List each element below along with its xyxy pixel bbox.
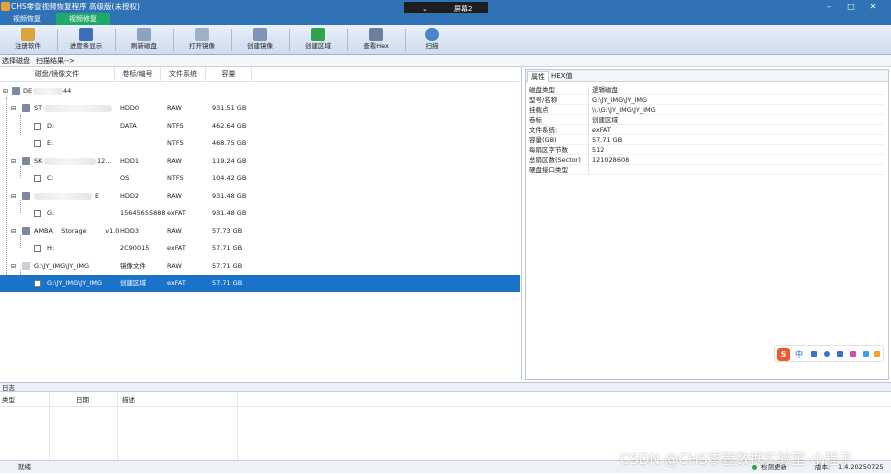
collapse-icon[interactable]: ⊟ bbox=[11, 153, 16, 170]
collapse-icon[interactable]: ⊟ bbox=[11, 188, 16, 205]
col-disk-name[interactable]: 磁盘/镜像文件 bbox=[0, 67, 115, 82]
tab-video-recovery[interactable]: 视频恢复 bbox=[0, 13, 54, 25]
status-text: 就绪 bbox=[18, 463, 31, 471]
scan-icon bbox=[425, 28, 439, 41]
disk-list-panel: 磁盘/镜像文件 卷标/编号 文件系统 容量 ⊟ DE 44 ⊟ ST HDD0 … bbox=[0, 67, 522, 380]
toolbar: 注册软件 进度条显示 刷新磁盘 打开镜像 创建镜像 创建区域 查看Hex 扫描 bbox=[0, 25, 891, 55]
watermark-text: CSDN @CHS零壹数据实验室-小程子 bbox=[620, 452, 853, 468]
maximize-button[interactable]: □ bbox=[842, 0, 860, 13]
window-title: CHS零壹视频恢复程序 高级版(未授权) bbox=[11, 2, 140, 11]
log-col-date[interactable]: 日期 bbox=[76, 395, 89, 405]
collapse-icon[interactable]: ⊟ bbox=[11, 100, 16, 117]
redacted-text bbox=[34, 193, 92, 200]
property-row: 型号/名称 G:\JY_IMG\JY_IMG bbox=[529, 95, 885, 105]
disk-icon bbox=[22, 104, 30, 112]
property-row: 硬盘接口类型 bbox=[529, 165, 885, 175]
disk-tree-root[interactable]: ⊟ DE 44 bbox=[0, 83, 520, 100]
image-file-icon bbox=[22, 262, 30, 270]
property-row: 容量(GB) 57.71 GB bbox=[529, 135, 885, 145]
minimize-button[interactable]: – bbox=[820, 0, 838, 13]
ime-mode-toggle[interactable]: 中 bbox=[795, 349, 803, 360]
register-button[interactable]: 注册软件 bbox=[0, 26, 56, 54]
disk-row-hdd3[interactable]: ⊟ AMBA Storage v1.0 HDD3 RAW 57.73 GB bbox=[0, 223, 520, 240]
create-image-button[interactable]: 创建镜像 bbox=[232, 26, 288, 54]
property-row: 总扇区数(Sector) 121028608 bbox=[529, 155, 885, 165]
property-row: 卷标 创建区域 bbox=[529, 115, 885, 125]
partition-checkbox[interactable] bbox=[34, 280, 41, 287]
sogou-logo-icon[interactable]: S bbox=[777, 348, 790, 361]
view-hex-icon bbox=[369, 28, 383, 41]
create-region-icon bbox=[311, 28, 325, 41]
create-region-button[interactable]: 创建区域 bbox=[290, 26, 346, 54]
redacted-text bbox=[44, 105, 112, 112]
disk-icon bbox=[22, 227, 30, 235]
computer-icon bbox=[12, 87, 20, 95]
main-tabs: 视频恢复 视频修复 bbox=[0, 13, 891, 25]
disk-icon bbox=[22, 157, 30, 165]
key-icon bbox=[21, 28, 35, 41]
menu-icon[interactable] bbox=[874, 351, 880, 357]
region-row-selected[interactable]: G:\JY_IMG\JY_IMG 创建区域 exFAT 57.71 GB bbox=[0, 275, 520, 292]
tab-hex-value[interactable]: HEX值 bbox=[548, 71, 575, 82]
partition-row-h[interactable]: H: 2C90015 exFAT 57.71 GB bbox=[0, 240, 520, 257]
partition-checkbox[interactable] bbox=[34, 245, 41, 252]
tab-properties[interactable]: 属性 bbox=[527, 71, 549, 82]
disk-row-hdd1[interactable]: ⊟ SK 12... HDD1 RAW 119.24 GB bbox=[0, 153, 520, 170]
properties-panel: 属性 HEX值 磁盘类型 逻辑磁盘 型号/名称 G:\JY_IMG\JY_IMG 挂… bbox=[525, 69, 889, 380]
disk-row-hdd2[interactable]: ⊟ E HDD2 RAW 931.48 GB bbox=[0, 188, 520, 205]
microphone-icon[interactable] bbox=[824, 351, 830, 357]
property-row: 文件系统: exFAT bbox=[529, 125, 885, 135]
view-hex-button[interactable]: 查看Hex bbox=[348, 26, 404, 54]
col-filesystem[interactable]: 文件系统 bbox=[161, 67, 206, 82]
redacted-text bbox=[44, 158, 96, 165]
breadcrumb-scan-results[interactable]: 扫描结果--> bbox=[36, 55, 75, 67]
disk-table-header: 磁盘/镜像文件 卷标/编号 文件系统 容量 bbox=[0, 67, 520, 82]
property-row: 每扇区字节数 512 bbox=[529, 145, 885, 155]
refresh-disk-button[interactable]: 刷新磁盘 bbox=[116, 26, 172, 54]
partition-checkbox[interactable] bbox=[34, 123, 41, 130]
skin-icon[interactable] bbox=[850, 351, 856, 357]
keyboard-icon[interactable] bbox=[837, 351, 843, 357]
col-capacity[interactable]: 容量 bbox=[206, 67, 252, 82]
breadcrumb: 选择磁盘 扫描结果--> bbox=[0, 55, 891, 67]
open-image-icon bbox=[195, 28, 209, 41]
close-button[interactable]: ✕ bbox=[864, 0, 882, 13]
disk-row-hdd0[interactable]: ⊟ ST HDD0 RAW 931.51 GB bbox=[0, 100, 520, 117]
image-file-row[interactable]: ⊟ G:\JY_IMG\JY_IMG 镜像文件 RAW 57.71 GB bbox=[0, 258, 520, 275]
punctuation-icon[interactable] bbox=[811, 351, 817, 357]
properties-tabs: 属性 HEX值 bbox=[526, 70, 888, 82]
partition-row-e[interactable]: E: NTFS 468.75 GB bbox=[0, 135, 520, 152]
log-col-description[interactable]: 描述 bbox=[122, 395, 135, 405]
redacted-text bbox=[33, 88, 63, 95]
collapse-icon[interactable]: ⊟ bbox=[11, 223, 16, 240]
col-label[interactable]: 卷标/编号 bbox=[115, 67, 161, 82]
log-col-type[interactable]: 类型 bbox=[2, 395, 15, 405]
log-header: 日志 bbox=[0, 382, 891, 392]
collapse-icon[interactable]: ⊟ bbox=[11, 258, 16, 275]
property-row: 挂载点 \\.\G:\JY_IMG\JY_IMG bbox=[529, 105, 885, 115]
tab-video-repair[interactable]: 视频修复 bbox=[56, 13, 110, 25]
scan-button[interactable]: 扫描 bbox=[404, 26, 460, 54]
partition-row-d[interactable]: D: DATA NTFS 462.64 GB bbox=[0, 118, 520, 135]
breadcrumb-select-disk[interactable]: 选择磁盘 bbox=[2, 55, 30, 67]
partition-checkbox[interactable] bbox=[34, 140, 41, 147]
progress-display-button[interactable]: 进度条显示 bbox=[58, 26, 114, 54]
partition-checkbox[interactable] bbox=[34, 210, 41, 217]
collapse-icon[interactable]: ⊟ bbox=[3, 83, 8, 100]
property-row: 磁盘类型 逻辑磁盘 bbox=[529, 85, 885, 95]
create-image-icon bbox=[253, 28, 267, 41]
toolbox-icon[interactable] bbox=[863, 351, 869, 357]
ime-toolbar[interactable]: S 中 bbox=[774, 345, 884, 362]
progress-icon bbox=[79, 28, 93, 41]
disk-icon bbox=[22, 192, 30, 200]
app-icon bbox=[1, 2, 10, 11]
partition-row-g[interactable]: G: 15645655888 exFAT 931.48 GB bbox=[0, 205, 520, 222]
open-image-button[interactable]: 打开镜像 bbox=[174, 26, 230, 54]
partition-row-c[interactable]: C: OS NTFS 104.42 GB bbox=[0, 170, 520, 187]
partition-checkbox[interactable] bbox=[34, 175, 41, 182]
refresh-disk-icon bbox=[137, 28, 151, 41]
